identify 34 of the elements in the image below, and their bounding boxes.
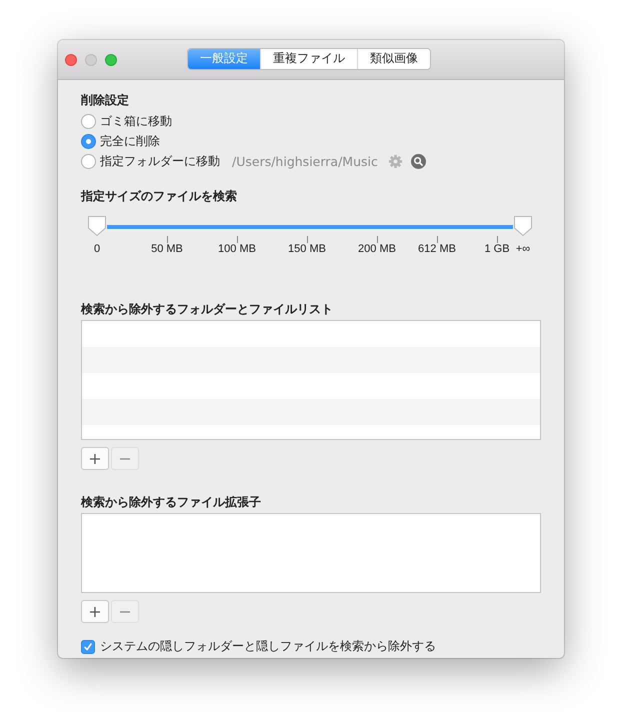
check-icon [82,640,94,652]
checkbox-label[interactable]: システムの隠しフォルダーと隠しファイルを検索から除外する [100,638,436,655]
slider-thumb[interactable] [513,215,533,237]
section-title: 検索から除外するファイル拡張子 [81,494,262,510]
tick-label: +∞ [516,243,530,255]
tick-label: 0 [94,243,100,255]
tick-label: 100 MB [218,243,256,255]
radio-button[interactable] [81,114,96,128]
tick-label: 150 MB [288,243,326,255]
checkbox[interactable] [81,640,95,654]
tick-label: 50 MB [151,243,183,255]
radio-label[interactable]: 完全に削除 [100,132,160,150]
section-title: 指定サイズのファイルを検索 [81,188,238,204]
folder-path: /Users/highsierra/Music [232,154,378,168]
section-title: 削除設定 [81,92,130,108]
radio-button[interactable] [81,154,96,168]
folder-list[interactable] [81,320,541,440]
tick-label: 200 MB [358,243,396,255]
section-title: 検索から除外するフォルダーとファイルリスト [81,301,334,317]
radio-label[interactable]: 指定フォルダーに移動 [100,152,220,170]
radio-button[interactable] [81,134,96,148]
settings-icon[interactable] [388,154,403,168]
slider-thumb[interactable] [87,215,107,237]
close-button[interactable] [65,54,77,66]
add-button[interactable]: + [81,447,109,470]
zoom-button[interactable] [105,54,117,66]
tab[interactable]: 類似画像 [357,48,430,68]
tick-label: 1 GB [484,243,510,255]
radio-label[interactable]: ゴミ箱に移動 [100,112,172,130]
extension-list[interactable] [81,513,541,593]
add-button[interactable]: + [81,600,109,623]
tick-label: 612 MB [418,243,456,255]
minimize-button[interactable] [85,54,97,66]
search-icon[interactable] [410,154,426,168]
